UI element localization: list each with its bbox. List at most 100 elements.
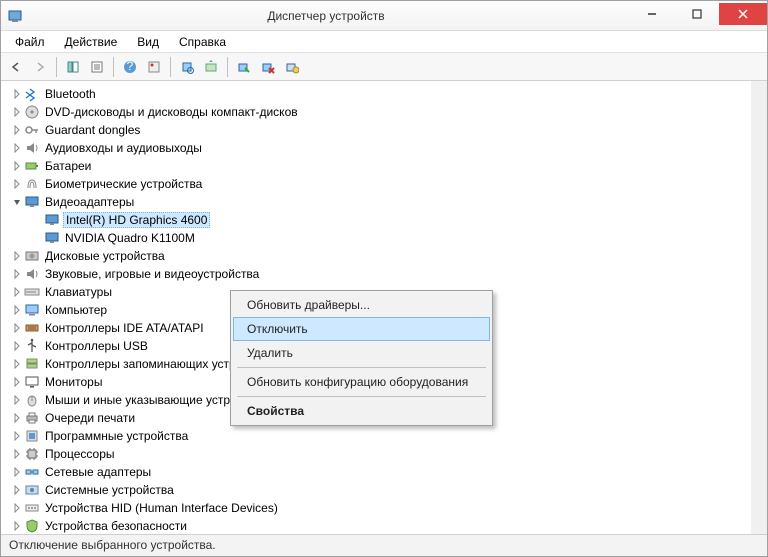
tree-node[interactable]: Видеоадаптеры <box>9 193 751 211</box>
tree-node-label: Компьютер <box>43 303 109 317</box>
scan-hardware-button[interactable] <box>281 56 303 78</box>
tree-node[interactable]: Дисковые устройства <box>9 247 751 265</box>
scan-button[interactable] <box>176 56 198 78</box>
mouse-icon <box>24 392 40 408</box>
tree-node-label: Контроллеры IDE ATA/ATAPI <box>43 321 206 335</box>
expand-arrow-icon[interactable] <box>11 88 23 100</box>
expand-arrow-icon[interactable] <box>11 448 23 460</box>
ctx-rescan[interactable]: Обновить конфигурацию оборудования <box>233 370 490 394</box>
expand-arrow-icon[interactable] <box>11 340 23 352</box>
toolbar-separator <box>227 57 228 77</box>
statusbar: Отключение выбранного устройства. <box>1 534 767 556</box>
uninstall-button[interactable] <box>257 56 279 78</box>
menu-action[interactable]: Действие <box>57 33 126 51</box>
tree-node[interactable]: Аудиовходы и аудиовыходы <box>9 139 751 157</box>
tree-node-label: Дисковые устройства <box>43 249 167 263</box>
tree-node-label: Биометрические устройства <box>43 177 204 191</box>
expand-arrow-icon[interactable] <box>11 358 23 370</box>
pin-button[interactable] <box>143 56 165 78</box>
tree-node[interactable]: Сетевые адаптеры <box>9 463 751 481</box>
tree-node[interactable]: Батареи <box>9 157 751 175</box>
menu-help[interactable]: Справка <box>171 33 234 51</box>
expand-arrow-icon[interactable] <box>11 304 23 316</box>
tree-node-label: Клавиатуры <box>43 285 114 299</box>
tree-node[interactable]: Процессоры <box>9 445 751 463</box>
minimize-button[interactable] <box>629 3 674 25</box>
hdd-icon <box>24 248 40 264</box>
menu-file[interactable]: Файл <box>7 33 53 51</box>
tree-node[interactable]: NVIDIA Quadro K1100M <box>29 229 751 247</box>
tree-node[interactable]: Устройства HID (Human Interface Devices) <box>9 499 751 517</box>
update-driver-toolbar-button[interactable] <box>200 56 222 78</box>
tree-node[interactable]: Устройства безопасности <box>9 517 751 534</box>
expand-arrow-icon <box>31 232 43 244</box>
expand-arrow-icon[interactable] <box>11 376 23 388</box>
keyboard-icon <box>24 284 40 300</box>
soft-icon <box>24 428 40 444</box>
tree-node[interactable]: Системные устройства <box>9 481 751 499</box>
battery-icon <box>24 158 40 174</box>
tree-node-label: Аудиовходы и аудиовыходы <box>43 141 204 155</box>
usb-icon <box>24 338 40 354</box>
expand-arrow-icon[interactable] <box>11 268 23 280</box>
expand-arrow-icon[interactable] <box>11 160 23 172</box>
scroll-down-button[interactable] <box>751 518 767 534</box>
expand-arrow-icon[interactable] <box>11 322 23 334</box>
tree-node-label: Устройства HID (Human Interface Devices) <box>43 501 280 515</box>
expand-arrow-icon[interactable] <box>11 520 23 532</box>
audio-icon <box>24 266 40 282</box>
expand-arrow-icon[interactable] <box>11 466 23 478</box>
expand-arrow-icon[interactable] <box>11 502 23 514</box>
expand-arrow-icon[interactable] <box>11 286 23 298</box>
toolbar-separator <box>56 57 57 77</box>
enable-button[interactable] <box>233 56 255 78</box>
tree-node[interactable]: Intel(R) HD Graphics 4600 <box>29 211 751 229</box>
expand-arrow-icon[interactable] <box>11 196 23 208</box>
maximize-button[interactable] <box>674 3 719 25</box>
ctx-delete[interactable]: Удалить <box>233 341 490 365</box>
forward-button[interactable] <box>29 56 51 78</box>
expand-arrow-icon <box>31 214 43 226</box>
display-icon <box>44 212 60 228</box>
storage-icon <box>24 356 40 372</box>
display-icon <box>44 230 60 246</box>
tree-node-label: Видеоадаптеры <box>43 195 136 209</box>
bluetooth-icon <box>24 86 40 102</box>
tree-view[interactable]: Bluetooth DVD-дисководы и дисководы компа… <box>1 81 767 534</box>
expand-arrow-icon[interactable] <box>11 124 23 136</box>
ctx-properties[interactable]: Свойства <box>233 399 490 423</box>
audio-icon <box>24 140 40 156</box>
properties-toolbar-button[interactable] <box>86 56 108 78</box>
show-hide-tree-button[interactable] <box>62 56 84 78</box>
expand-arrow-icon[interactable] <box>11 430 23 442</box>
tree-node[interactable]: Bluetooth <box>9 85 751 103</box>
tree-node[interactable]: Биометрические устройства <box>9 175 751 193</box>
menu-view[interactable]: Вид <box>129 33 167 51</box>
tree-node[interactable]: Звуковые, игровые и видеоустройства <box>9 265 751 283</box>
tree-node[interactable]: DVD-дисководы и дисководы компакт-дисков <box>9 103 751 121</box>
svg-text:?: ? <box>127 60 134 73</box>
scroll-up-button[interactable] <box>751 81 767 97</box>
expand-arrow-icon[interactable] <box>11 142 23 154</box>
back-button[interactable] <box>5 56 27 78</box>
help-button[interactable]: ? <box>119 56 141 78</box>
expand-arrow-icon[interactable] <box>11 106 23 118</box>
net-icon <box>24 464 40 480</box>
tree-node[interactable]: Guardant dongles <box>9 121 751 139</box>
expand-arrow-icon[interactable] <box>11 484 23 496</box>
tree-node-label: DVD-дисководы и дисководы компакт-дисков <box>43 105 300 119</box>
tree-node-label: Процессоры <box>43 447 117 461</box>
expand-arrow-icon[interactable] <box>11 412 23 424</box>
ctx-separator <box>237 396 486 397</box>
ctx-disable[interactable]: Отключить <box>233 317 490 341</box>
tree-node[interactable]: Программные устройства <box>9 427 751 445</box>
printer-icon <box>24 410 40 426</box>
close-button[interactable] <box>719 3 767 25</box>
app-icon <box>7 8 23 24</box>
expand-arrow-icon[interactable] <box>11 394 23 406</box>
expand-arrow-icon[interactable] <box>11 250 23 262</box>
bio-icon <box>24 176 40 192</box>
expand-arrow-icon[interactable] <box>11 178 23 190</box>
ctx-update-drivers[interactable]: Обновить драйверы... <box>233 293 490 317</box>
toolbar-separator <box>113 57 114 77</box>
